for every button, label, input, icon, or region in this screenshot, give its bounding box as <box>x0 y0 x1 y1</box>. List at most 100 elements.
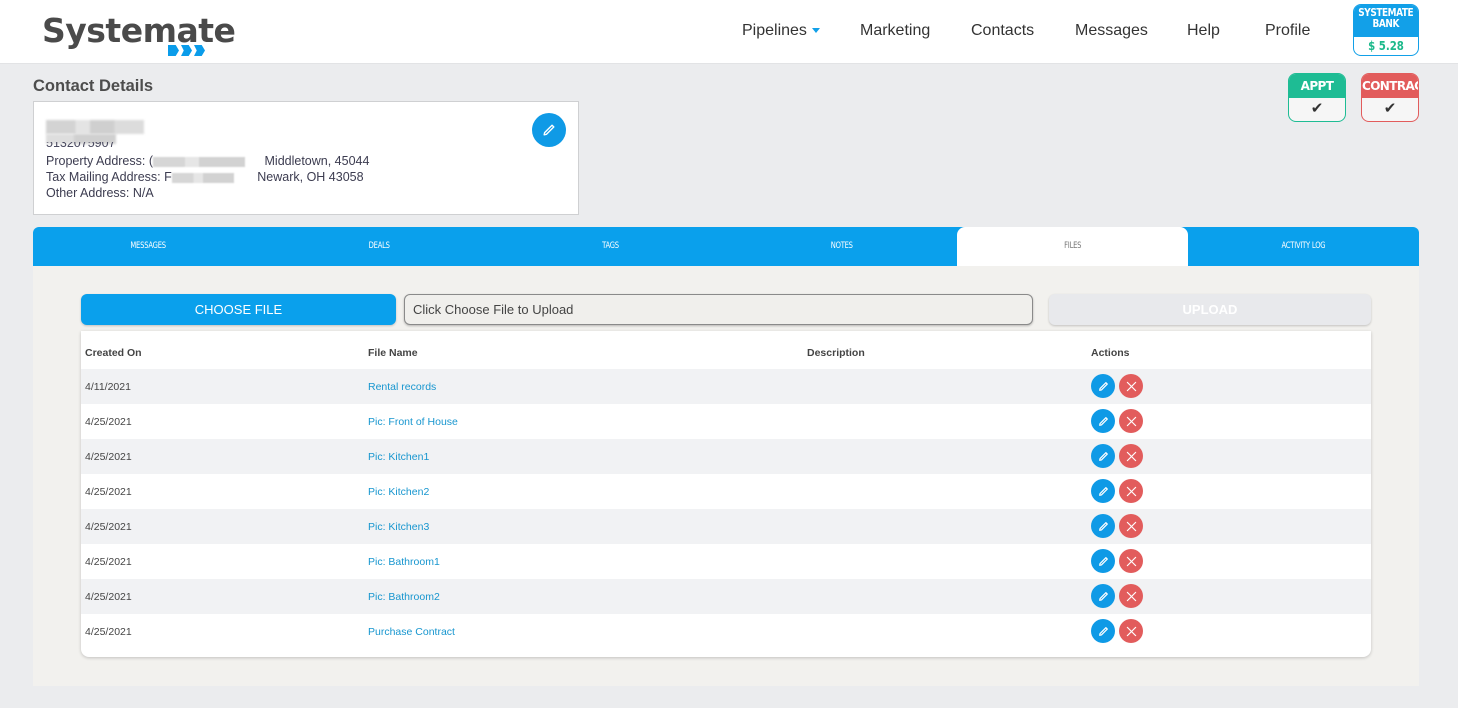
tab-tags-label: TAGS <box>602 241 619 251</box>
contract-label: CONTRACT <box>1362 74 1418 98</box>
pencil-icon <box>1098 626 1108 636</box>
created-on-cell: 4/25/2021 <box>85 591 132 603</box>
nav-pipelines[interactable]: Pipelines <box>742 22 820 40</box>
table-row: 4/25/2021 Purchase Contract <box>81 614 1371 649</box>
table-row: 4/11/2021 Rental records <box>81 369 1371 404</box>
bank-balance: $ 5.28 <box>1368 39 1404 53</box>
tax-address-prefix: F <box>164 170 172 184</box>
nav-marketing[interactable]: Marketing <box>860 22 930 40</box>
table-row: 4/25/2021 Pic: Front of House <box>81 404 1371 439</box>
bank-title: SYSTEMATE BANK <box>1354 5 1418 37</box>
close-icon <box>1126 416 1136 426</box>
table-row: 4/25/2021 Pic: Kitchen1 <box>81 439 1371 474</box>
close-icon <box>1126 451 1136 461</box>
close-icon <box>1126 626 1136 636</box>
delete-file-button[interactable] <box>1119 374 1143 398</box>
created-on-cell: 4/25/2021 <box>85 556 132 568</box>
edit-contact-button[interactable] <box>532 113 566 147</box>
file-name-link[interactable]: Pic: Kitchen1 <box>368 451 429 463</box>
choose-file-button[interactable]: CHOOSE FILE <box>81 294 396 325</box>
tab-files-label: FILES <box>1063 241 1082 251</box>
tab-files[interactable]: FILES <box>957 227 1188 266</box>
delete-file-button[interactable] <box>1119 549 1143 573</box>
column-description[interactable]: Description <box>807 347 865 359</box>
selected-file-field[interactable]: Click Choose File to Upload <box>404 294 1033 325</box>
file-name-link[interactable]: Rental records <box>368 381 436 393</box>
created-on-cell: 4/25/2021 <box>85 416 132 428</box>
file-name-link[interactable]: Pic: Bathroom2 <box>368 591 440 603</box>
systemate-bank-badge[interactable]: SYSTEMATE BANK $ 5.28 <box>1353 4 1419 56</box>
tax-mailing-address: Tax Mailing Address: F Newark, OH 43058 <box>46 170 364 184</box>
logo-arrows-icon <box>168 45 205 56</box>
tab-activity-log-label: ACTIVITY LOG <box>1281 241 1326 251</box>
edit-file-button[interactable] <box>1091 514 1115 538</box>
edit-file-button[interactable] <box>1091 584 1115 608</box>
pencil-icon <box>1098 521 1108 531</box>
systemate-logo[interactable]: Systemate <box>42 11 236 56</box>
other-address-value: N/A <box>132 186 154 200</box>
close-icon <box>1126 381 1136 391</box>
redacted-street <box>171 172 234 183</box>
created-on-cell: 4/11/2021 <box>85 381 131 393</box>
created-on-cell: 4/25/2021 <box>85 626 132 638</box>
tab-activity-log[interactable]: ACTIVITY LOG <box>1188 227 1419 266</box>
file-name-link[interactable]: Pic: Kitchen3 <box>368 521 429 533</box>
table-row: 4/25/2021 Pic: Bathroom2 <box>81 579 1371 614</box>
edit-file-button[interactable] <box>1091 374 1115 398</box>
other-address: Other Address: N/A <box>46 186 154 200</box>
created-on-cell: 4/25/2021 <box>85 521 132 533</box>
contact-details-title: Contact Details <box>33 77 154 95</box>
appt-label: APPT <box>1289 74 1345 98</box>
contract-status-badge[interactable]: CONTRACT ✔ <box>1361 73 1419 122</box>
pencil-icon <box>1098 556 1108 566</box>
pencil-icon <box>1098 416 1108 426</box>
delete-file-button[interactable] <box>1119 409 1143 433</box>
table-row: 4/25/2021 Pic: Kitchen3 <box>81 509 1371 544</box>
tab-deals-label: DEALS <box>368 241 391 251</box>
nav-messages[interactable]: Messages <box>1075 22 1148 40</box>
file-name-link[interactable]: Pic: Front of House <box>368 416 458 428</box>
column-file-name[interactable]: File Name <box>368 347 418 359</box>
nav-help[interactable]: Help <box>1187 22 1220 40</box>
pencil-icon <box>1098 591 1108 601</box>
delete-file-button[interactable] <box>1119 444 1143 468</box>
redacted-street <box>153 156 246 167</box>
appt-status-badge[interactable]: APPT ✔ <box>1288 73 1346 122</box>
nav-pipelines-label: Pipelines <box>742 22 807 39</box>
close-icon <box>1126 556 1136 566</box>
tab-tags[interactable]: TAGS <box>495 227 726 266</box>
delete-file-button[interactable] <box>1119 514 1143 538</box>
redacted-contact-name <box>46 120 144 134</box>
logo-text: Systemate <box>42 11 236 50</box>
tab-messages[interactable]: MESSAGES <box>33 227 264 266</box>
close-icon <box>1126 591 1136 601</box>
close-icon <box>1126 521 1136 531</box>
top-navbar: Systemate Pipelines Marketing Contacts M… <box>0 0 1458 64</box>
property-address-city: Middletown, 45044 <box>264 154 370 168</box>
edit-file-button[interactable] <box>1091 479 1115 503</box>
column-created-on[interactable]: Created On <box>85 347 142 359</box>
upload-button[interactable]: UPLOAD <box>1049 294 1371 325</box>
file-name-link[interactable]: Purchase Contract <box>368 626 455 638</box>
nav-contacts[interactable]: Contacts <box>971 22 1034 40</box>
property-address: Property Address: ( Middletown, 45044 <box>46 154 369 168</box>
column-actions: Actions <box>1091 347 1130 359</box>
delete-file-button[interactable] <box>1119 619 1143 643</box>
file-name-link[interactable]: Pic: Kitchen2 <box>368 486 429 498</box>
edit-file-button[interactable] <box>1091 549 1115 573</box>
edit-file-button[interactable] <box>1091 444 1115 468</box>
created-on-cell: 4/25/2021 <box>85 486 132 498</box>
tab-deals[interactable]: DEALS <box>264 227 495 266</box>
created-on-cell: 4/25/2021 <box>85 451 132 463</box>
delete-file-button[interactable] <box>1119 584 1143 608</box>
tab-notes[interactable]: NOTES <box>726 227 957 266</box>
tax-address-city: Newark, OH 43058 <box>257 170 364 184</box>
delete-file-button[interactable] <box>1119 479 1143 503</box>
edit-file-button[interactable] <box>1091 409 1115 433</box>
nav-profile[interactable]: Profile <box>1265 22 1310 40</box>
edit-file-button[interactable] <box>1091 619 1115 643</box>
table-row: 4/25/2021 Pic: Kitchen2 <box>81 474 1371 509</box>
files-panel: CHOOSE FILE Click Choose File to Upload … <box>33 266 1419 686</box>
file-name-link[interactable]: Pic: Bathroom1 <box>368 556 440 568</box>
checkmark-icon: ✔ <box>1310 100 1324 117</box>
